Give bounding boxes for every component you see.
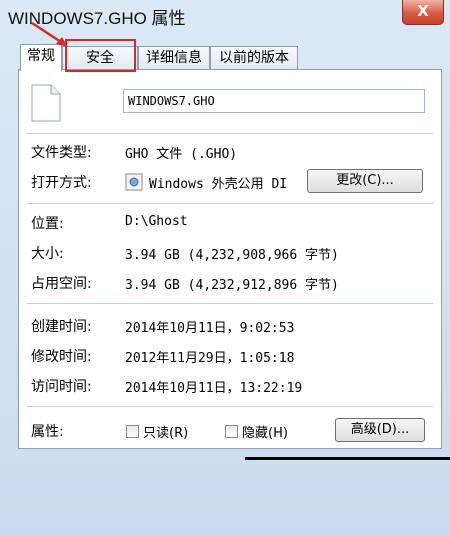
file-name-input[interactable]: WINDOWS7.GHO [123,89,425,113]
separator [27,406,433,407]
tab-details[interactable]: 详细信息 [138,46,210,70]
location-value: D:\Ghost [125,214,188,229]
accessed-label: 访问时间: [31,379,92,395]
tab-details-label: 详细信息 [146,50,202,66]
tab-previous-versions[interactable]: 以前的版本 [210,46,298,70]
divider-line [245,457,450,460]
general-panel: WINDOWS7.GHO 文件类型: GHO 文件 (.GHO) 打开方式: W… [18,69,442,449]
open-with-label: 打开方式: [31,175,92,191]
attributes-label: 属性: [31,424,64,440]
size-on-disk-value: 3.94 GB (4,232,912,896 字节) [125,278,339,293]
properties-window: WINDOWS7.GHO 属性 X 常规 安全 详细信息 以前的版本 WINDO… [0,0,450,536]
file-type-value: GHO 文件 (.GHO) [125,147,238,162]
highlight-box [65,39,136,72]
close-button[interactable]: X [402,0,444,25]
tab-general-label: 常规 [27,48,55,64]
open-with-value: Windows 外壳公用 DI [149,177,288,192]
created-label: 创建时间: [31,319,92,335]
advanced-button[interactable]: 高级(D)... [335,418,425,442]
hidden-label[interactable]: 隐藏(H) [242,422,288,441]
file-type-label: 文件类型: [31,145,92,161]
readonly-checkbox[interactable] [126,425,139,438]
separator [27,303,433,304]
hidden-checkbox[interactable] [225,425,238,438]
size-on-disk-label: 占用空间: [31,276,92,292]
size-label: 大小: [31,246,64,262]
location-label: 位置: [31,216,64,232]
change-button[interactable]: 更改(C)... [307,169,423,193]
modified-label: 修改时间: [31,349,92,365]
app-icon [125,173,143,191]
tab-previous-versions-label: 以前的版本 [219,50,289,66]
created-value: 2014年10月11日，9:02:53 [125,321,295,336]
file-icon [31,84,61,122]
annotation-arrow-icon [31,21,68,47]
modified-value: 2012年11月29日，1:05:18 [125,351,295,366]
separator [27,133,433,134]
readonly-label[interactable]: 只读(R) [143,422,188,441]
size-value: 3.94 GB (4,232,908,966 字节) [125,248,339,263]
accessed-value: 2014年10月11日，13:22:19 [125,381,303,396]
separator [27,203,433,204]
